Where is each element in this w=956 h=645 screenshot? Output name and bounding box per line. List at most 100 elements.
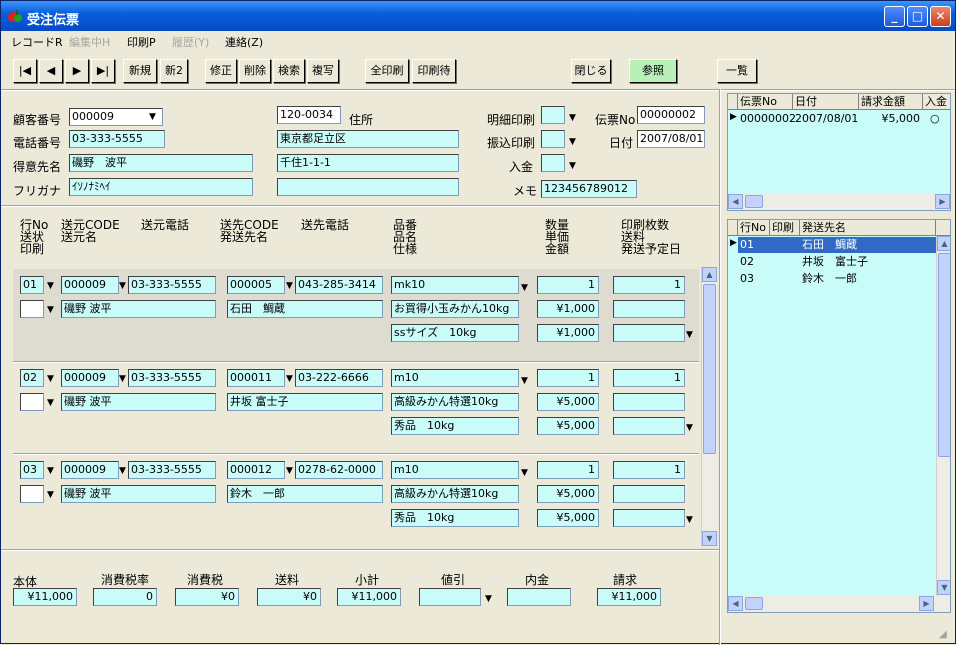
slip-col-amount[interactable]: 請求金額 — [859, 94, 923, 110]
list-button[interactable]: 一覧 — [717, 59, 757, 83]
tax-rate-field[interactable]: 0 — [93, 588, 157, 606]
slip-print-select[interactable] — [20, 393, 44, 411]
zip-field[interactable]: 120-0034 — [277, 106, 341, 124]
kana-field[interactable]: ｲｿﾉﾅﾐﾍｲ — [69, 178, 253, 196]
scroll-thumb[interactable] — [745, 597, 763, 610]
slip-no-field[interactable]: 00000002 — [637, 106, 705, 124]
chevron-down-icon[interactable]: ▼ — [47, 462, 54, 480]
scroll-down-icon[interactable]: ▼ — [937, 580, 950, 595]
invoice-field[interactable]: ¥11,000 — [597, 588, 661, 606]
chevron-down-icon[interactable]: ▼ — [119, 462, 126, 480]
address1-field[interactable]: 東京都足立区 — [277, 130, 459, 148]
chevron-down-icon[interactable]: ▼ — [569, 109, 576, 127]
deposit-field[interactable] — [507, 588, 571, 606]
chevron-down-icon[interactable]: ▼ — [286, 370, 293, 388]
menu-editing[interactable]: 編集中H — [69, 34, 110, 50]
item-name-field[interactable]: お買得小玉みかん10kg — [391, 300, 519, 318]
scroll-down-icon[interactable]: ▼ — [702, 531, 717, 546]
dst-name-field[interactable]: 井坂 富士子 — [227, 393, 383, 411]
copy-button[interactable]: 複写 — [307, 59, 339, 83]
chevron-down-icon[interactable]: ▼ — [47, 394, 54, 412]
chevron-down-icon[interactable]: ▼ — [686, 511, 693, 529]
body-field[interactable]: ¥11,000 — [13, 588, 77, 606]
ship-date-select[interactable] — [613, 417, 685, 435]
slip-list-grid[interactable]: 伝票No 日付 請求金額 入金 ▶ 00000002 2007/08/01 ¥5… — [727, 93, 951, 211]
new2-button[interactable]: 新2 — [160, 59, 188, 83]
dst-phone-field[interactable]: 0278-62-0000 — [295, 461, 383, 479]
dest-list-grid[interactable]: 行No 印刷 発送先名 ▶ 01 石田 鯛蔵 02 井坂 富士子 03 鈴木 一… — [727, 219, 951, 613]
dest-col-no[interactable]: 行No — [738, 220, 770, 236]
spec-field[interactable]: 秀品 10kg — [391, 417, 519, 435]
src-name-field[interactable]: 磯野 波平 — [61, 393, 216, 411]
amount-field[interactable]: ¥5,000 — [537, 509, 599, 527]
dest-vscrollbar[interactable]: ▲ ▼ — [936, 236, 950, 596]
first-record-button[interactable]: |◀ — [13, 59, 37, 83]
chevron-down-icon[interactable]: ▼ — [521, 464, 528, 482]
row-no-select[interactable]: 03 — [20, 461, 44, 479]
scroll-up-icon[interactable]: ▲ — [937, 236, 950, 251]
dest-hscrollbar[interactable]: ◀ ▶ — [728, 596, 950, 612]
chevron-down-icon[interactable]: ▼ — [286, 462, 293, 480]
src-phone-field[interactable]: 03-333-5555 — [128, 461, 216, 479]
price-field[interactable]: ¥1,000 — [537, 300, 599, 318]
maximize-button[interactable]: □ — [907, 6, 928, 27]
subtotal-field[interactable]: ¥11,000 — [337, 588, 401, 606]
qty-field[interactable]: 1 — [537, 369, 599, 387]
last-record-button[interactable]: ▶| — [91, 59, 115, 83]
chevron-down-icon[interactable]: ▼ — [47, 301, 54, 319]
chevron-down-icon[interactable]: ▼ — [149, 108, 156, 126]
scroll-thumb[interactable] — [745, 195, 763, 208]
detail-scrollbar[interactable]: ▲ ▼ — [701, 267, 717, 547]
new-button[interactable]: 新規 — [123, 59, 157, 83]
menu-contact[interactable]: 連絡(Z) — [225, 34, 263, 50]
src-code-select[interactable]: 000009 — [61, 369, 119, 387]
reference-button[interactable]: 参照 — [629, 59, 677, 83]
slip-col-date[interactable]: 日付 — [793, 94, 859, 110]
slip-print-select[interactable] — [20, 300, 44, 318]
menu-print[interactable]: 印刷P — [127, 34, 156, 50]
dst-code-select[interactable]: 000011 — [227, 369, 285, 387]
ship-date-select[interactable] — [613, 324, 685, 342]
item-code-select[interactable]: m10 — [391, 461, 519, 479]
src-code-select[interactable]: 000009 — [61, 461, 119, 479]
tax-field[interactable]: ¥0 — [175, 588, 239, 606]
scroll-thumb[interactable] — [703, 284, 716, 454]
address3-field[interactable] — [277, 178, 459, 196]
dest-col-print[interactable]: 印刷 — [770, 220, 800, 236]
src-name-field[interactable]: 磯野 波平 — [61, 485, 216, 503]
edit-button[interactable]: 修正 — [205, 59, 237, 83]
shipping-cost-field[interactable] — [613, 485, 685, 503]
date-field[interactable]: 2007/08/01 — [637, 130, 705, 148]
qty-field[interactable]: 1 — [537, 461, 599, 479]
price-field[interactable]: ¥5,000 — [537, 485, 599, 503]
row-no-select[interactable]: 02 — [20, 369, 44, 387]
memo-field[interactable]: 123456789012 — [541, 180, 637, 198]
print-wait-button[interactable]: 印刷待 — [412, 59, 456, 83]
dest-col-name[interactable]: 発送先名 — [800, 220, 936, 236]
discount-select[interactable] — [419, 588, 481, 606]
qty-field[interactable]: 1 — [537, 276, 599, 294]
scroll-left-icon[interactable]: ◀ — [728, 596, 743, 611]
scroll-thumb[interactable] — [938, 253, 950, 457]
spec-field[interactable]: 秀品 10kg — [391, 509, 519, 527]
client-name-field[interactable]: 磯野 波平 — [69, 154, 253, 172]
chevron-down-icon[interactable]: ▼ — [569, 133, 576, 151]
chevron-down-icon[interactable]: ▼ — [286, 277, 293, 295]
slip-print-select[interactable] — [20, 485, 44, 503]
scroll-up-icon[interactable]: ▲ — [702, 267, 717, 282]
minimize-button[interactable]: _ — [884, 6, 905, 27]
resize-grip-icon[interactable]: ◢ — [939, 629, 953, 643]
dst-name-field[interactable]: 鈴木 一郎 — [227, 485, 383, 503]
amount-field[interactable]: ¥1,000 — [537, 324, 599, 342]
close-button[interactable]: 閉じる — [571, 59, 611, 83]
chevron-down-icon[interactable]: ▼ — [521, 372, 528, 390]
close-window-button[interactable]: ✕ — [930, 6, 951, 27]
shipping-cost-field[interactable] — [613, 300, 685, 318]
prev-record-button[interactable]: ◀ — [39, 59, 63, 83]
dst-phone-field[interactable]: 043-285-3414 — [295, 276, 383, 294]
src-phone-field[interactable]: 03-333-5555 — [128, 369, 216, 387]
chevron-down-icon[interactable]: ▼ — [47, 277, 54, 295]
slip-col-no[interactable]: 伝票No — [738, 94, 793, 110]
print-all-button[interactable]: 全印刷 — [365, 59, 409, 83]
src-name-field[interactable]: 磯野 波平 — [61, 300, 216, 318]
